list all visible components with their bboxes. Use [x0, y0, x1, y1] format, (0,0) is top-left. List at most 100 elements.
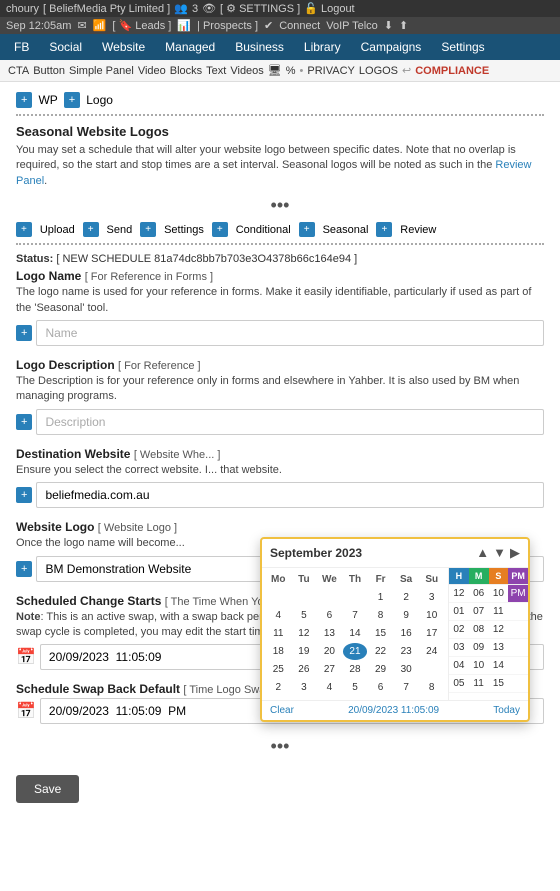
time-cell[interactable]: 11 — [469, 675, 489, 692]
cal-day[interactable]: 8 — [419, 679, 444, 696]
subnav-privacy[interactable]: PRIVACY — [307, 65, 354, 77]
cal-day[interactable]: 17 — [419, 625, 444, 642]
cal-day[interactable]: 11 — [266, 625, 291, 642]
review-panel-link[interactable]: Review Panel — [16, 159, 531, 186]
cal-day[interactable]: 20 — [317, 643, 342, 660]
time-cell[interactable]: 13 — [489, 639, 509, 656]
time-cell[interactable] — [508, 603, 528, 620]
cal-prev-arrow[interactable]: ▲ — [476, 545, 489, 561]
connect-link[interactable]: Connect — [279, 20, 320, 32]
time-cell[interactable]: 02 — [449, 621, 469, 638]
time-cell[interactable]: 06 — [469, 585, 489, 602]
time-cell[interactable]: 10 — [489, 585, 509, 602]
cal-day[interactable]: 6 — [317, 607, 342, 624]
cal-today-btn[interactable]: Today — [493, 705, 520, 716]
time-cell[interactable]: 11 — [489, 603, 509, 620]
logo-desc-add-btn[interactable]: + — [16, 414, 32, 430]
time-cell[interactable]: 07 — [469, 603, 489, 620]
conditional-btn[interactable]: + — [212, 222, 228, 237]
cal-day[interactable]: 9 — [394, 607, 419, 624]
cal-next-arrow[interactable]: ▶ — [510, 545, 520, 561]
nav-library[interactable]: Library — [294, 34, 351, 60]
cal-day[interactable]: 7 — [394, 679, 419, 696]
nav-social[interactable]: Social — [39, 34, 92, 60]
time-cell[interactable]: 08 — [469, 621, 489, 638]
cal-day[interactable]: 13 — [317, 625, 342, 642]
subnav-logos[interactable]: LOGOS — [359, 65, 398, 77]
cal-day[interactable]: 25 — [266, 661, 291, 678]
logo-name-input[interactable] — [36, 320, 544, 346]
cal-day[interactable]: 19 — [292, 643, 317, 660]
subnav-video[interactable]: Video — [138, 65, 166, 77]
time-cell[interactable]: 01 — [449, 603, 469, 620]
logo-plus-button[interactable]: + — [64, 92, 80, 108]
subnav-compliance[interactable]: COMPLIANCE — [415, 65, 489, 77]
cal-day[interactable]: 14 — [343, 625, 368, 642]
seasonal-btn[interactable]: + — [299, 222, 315, 237]
prospects-link[interactable]: | Prospects ] — [197, 20, 258, 32]
review-btn[interactable]: + — [376, 222, 392, 237]
subnav-button[interactable]: Button — [33, 65, 65, 77]
subnav-videos[interactable]: Videos — [230, 65, 263, 77]
time-cell[interactable] — [508, 657, 528, 674]
cal-day[interactable]: 1 — [368, 589, 393, 606]
cal-day[interactable]: 21 — [343, 643, 368, 660]
time-cell[interactable]: 12 — [449, 585, 469, 602]
settings-link[interactable]: [ ⚙ SETTINGS ] — [220, 2, 300, 15]
nav-website[interactable]: Website — [92, 34, 155, 60]
voip-link[interactable]: VoIP Telco — [326, 20, 378, 32]
logo-desc-input[interactable] — [36, 409, 544, 435]
cal-day[interactable]: 8 — [368, 607, 393, 624]
cal-day[interactable]: 5 — [343, 679, 368, 696]
subnav-blocks[interactable]: Blocks — [170, 65, 202, 77]
time-cell[interactable]: 09 — [469, 639, 489, 656]
cal-day[interactable]: 4 — [317, 679, 342, 696]
cal-day[interactable]: 4 — [266, 607, 291, 624]
upload-btn[interactable]: + — [16, 222, 32, 237]
cal-day[interactable]: 2 — [266, 679, 291, 696]
wp-plus-button[interactable]: + — [16, 92, 32, 108]
cal-day[interactable]: 26 — [292, 661, 317, 678]
logo-name-add-btn[interactable]: + — [16, 325, 32, 341]
cal-day[interactable]: 27 — [317, 661, 342, 678]
settings-btn[interactable]: + — [140, 222, 156, 237]
time-cell[interactable]: PM — [508, 585, 528, 602]
time-cell[interactable]: 05 — [449, 675, 469, 692]
send-btn[interactable]: + — [83, 222, 99, 237]
cal-day[interactable]: 12 — [292, 625, 317, 642]
subnav-text[interactable]: Text — [206, 65, 226, 77]
cal-day[interactable]: 5 — [292, 607, 317, 624]
time-cell[interactable]: 03 — [449, 639, 469, 656]
cal-down-arrow[interactable]: ▼ — [493, 545, 506, 561]
time-cell[interactable]: 04 — [449, 657, 469, 674]
nav-campaigns[interactable]: Campaigns — [351, 34, 432, 60]
nav-fb[interactable]: FB — [4, 34, 39, 60]
cal-day[interactable]: 23 — [394, 643, 419, 660]
subnav-simple-panel[interactable]: Simple Panel — [69, 65, 134, 77]
cal-day[interactable]: 15 — [368, 625, 393, 642]
logout-link[interactable]: 🔓 Logout — [304, 2, 354, 15]
time-cell[interactable]: 12 — [489, 621, 509, 638]
cal-day[interactable]: 28 — [343, 661, 368, 678]
cal-day[interactable]: 2 — [394, 589, 419, 606]
cal-day[interactable]: 7 — [343, 607, 368, 624]
cal-day[interactable]: 3 — [419, 589, 444, 606]
cal-day[interactable]: 16 — [394, 625, 419, 642]
nav-settings[interactable]: Settings — [431, 34, 494, 60]
leads-link[interactable]: [ 🔖 Leads ] — [112, 19, 171, 32]
time-cell[interactable]: 14 — [489, 657, 509, 674]
cal-day[interactable]: 10 — [419, 607, 444, 624]
cal-day[interactable]: 3 — [292, 679, 317, 696]
time-cell[interactable]: 10 — [469, 657, 489, 674]
dest-website-add-btn[interactable]: + — [16, 487, 32, 503]
cal-day[interactable]: 24 — [419, 643, 444, 660]
save-button[interactable]: Save — [16, 775, 79, 803]
cal-day[interactable]: 6 — [368, 679, 393, 696]
dest-website-input[interactable] — [36, 482, 544, 508]
nav-business[interactable]: Business — [225, 34, 294, 60]
time-cell[interactable] — [508, 621, 528, 638]
nav-managed[interactable]: Managed — [155, 34, 225, 60]
subnav-cta[interactable]: CTA — [8, 65, 29, 77]
time-cell[interactable]: 15 — [489, 675, 509, 692]
cal-clear-btn[interactable]: Clear — [270, 705, 294, 716]
